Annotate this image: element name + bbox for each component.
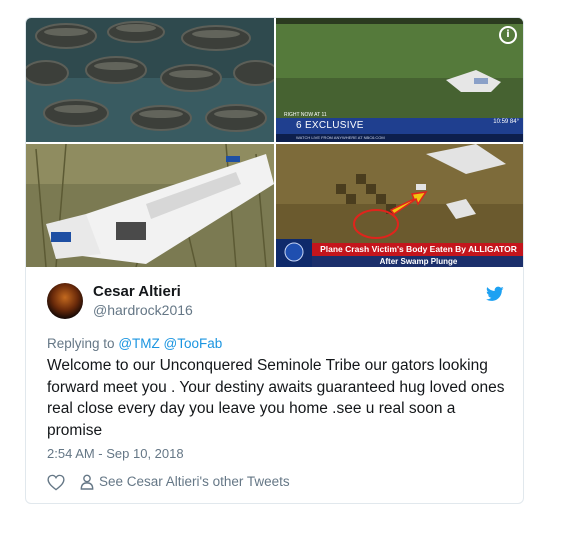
twitter-bird-icon[interactable] <box>486 286 504 302</box>
news-clock: 10:59 84° <box>493 119 519 125</box>
replying-prefix: Replying to <box>47 336 115 351</box>
author-handle[interactable]: @hardrock2016 <box>93 302 193 318</box>
news-banner-headline: Plane Crash Victim's Body Eaten By ALLIG… <box>312 243 523 256</box>
tweet-actions: See Cesar Altieri's other Tweets <box>47 473 487 493</box>
news-sub-label: WATCH LIVE FROM ANYWHERE AT NBC6.COM <box>276 134 523 142</box>
replying-to: Replying to @TMZ @TooFab <box>47 336 222 351</box>
media-grid[interactable]: i RIGHT NOW AT 11 6 EXCLUSIVE 10:59 84° … <box>26 18 523 267</box>
news-banner-subline: After Swamp Plunge <box>312 256 523 267</box>
tweet-author[interactable]: Cesar Altieri @hardrock2016 <box>47 283 487 323</box>
tweet-text: Welcome to our Unconquered Seminole Trib… <box>47 357 505 439</box>
plane-wreck-photo[interactable] <box>26 144 274 267</box>
info-icon[interactable]: i <box>499 26 517 44</box>
heart-icon[interactable] <box>47 474 65 491</box>
crash-site-pixelated-photo[interactable]: Plane Crash Victim's Body Eaten By ALLIG… <box>276 144 523 267</box>
alligators-photo[interactable] <box>26 18 274 142</box>
embedded-tweet-card[interactable]: i RIGHT NOW AT 11 6 EXCLUSIVE 10:59 84° … <box>25 17 524 504</box>
person-icon[interactable] <box>80 474 94 490</box>
mention-tmz[interactable]: @TMZ <box>118 336 159 351</box>
avatar[interactable] <box>47 283 83 319</box>
mention-toofab[interactable]: @TooFab <box>164 336 223 351</box>
news-bug-label: 6 EXCLUSIVE <box>296 120 364 131</box>
swamp-crash-aerial-photo[interactable]: i RIGHT NOW AT 11 6 EXCLUSIVE 10:59 84° … <box>276 18 523 142</box>
other-tweets-link[interactable]: See Cesar Altieri's other Tweets <box>99 474 290 489</box>
author-name[interactable]: Cesar Altieri <box>93 283 181 300</box>
tweet-timestamp[interactable]: 2:54 AM - Sep 10, 2018 <box>47 446 184 461</box>
news-ticker: 6 EXCLUSIVE 10:59 84° <box>276 118 523 134</box>
